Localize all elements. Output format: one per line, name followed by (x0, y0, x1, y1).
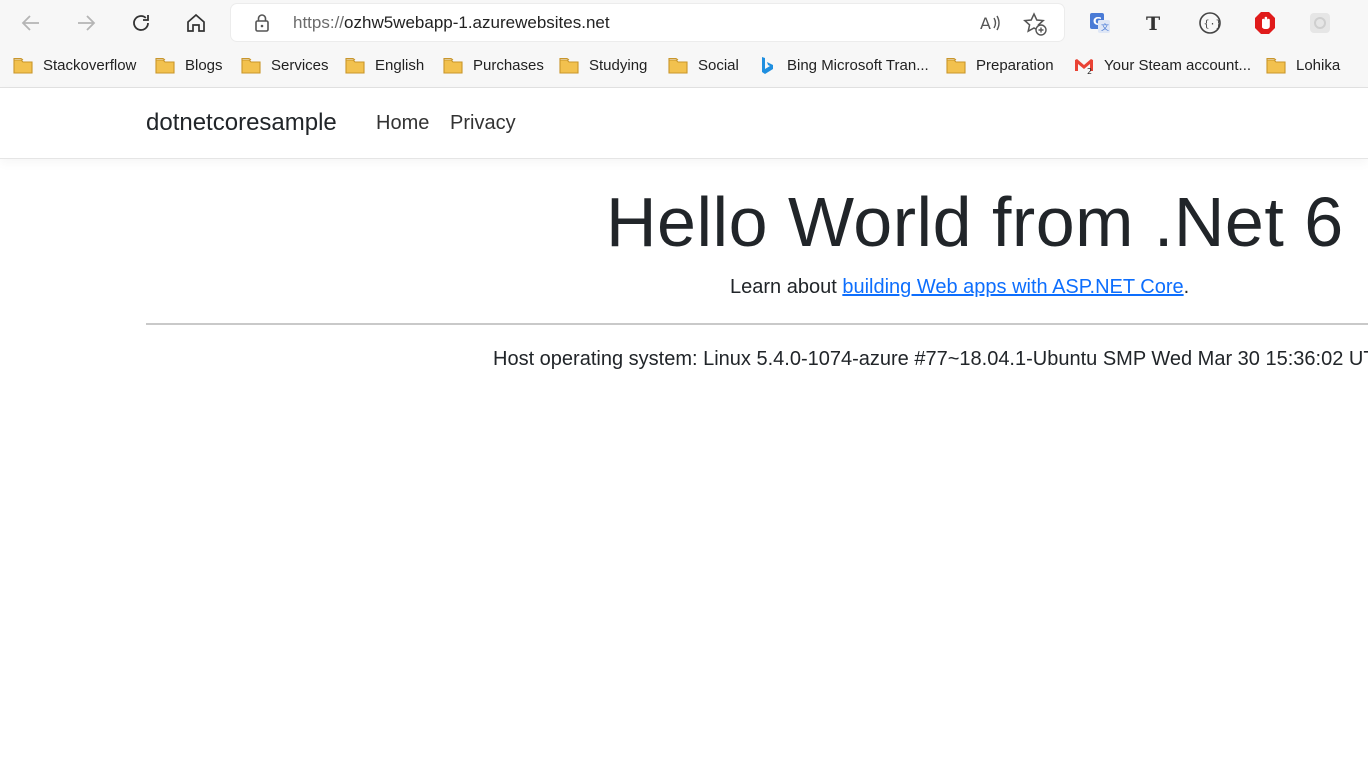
bookmark-services[interactable]: Services (241, 46, 329, 84)
site-navbar: dotnetcoresample Home Privacy (0, 88, 1368, 159)
forward-button[interactable] (70, 7, 102, 39)
browser-toolbar: https://ozhw5webapp-1.azurewebsites.net … (0, 0, 1368, 46)
folder-icon (443, 57, 463, 74)
forward-arrow-icon (78, 15, 96, 31)
home-button[interactable] (180, 7, 212, 39)
bookmark-label: Lohika (1296, 56, 1341, 74)
bookmark-label: Social (698, 56, 739, 74)
adblock-icon[interactable] (1253, 11, 1277, 35)
translate-extension-icon[interactable]: G文 (1088, 11, 1112, 35)
folder-icon (155, 57, 175, 74)
bookmark-preparation[interactable]: Preparation (946, 46, 1054, 84)
bookmark-label: Studying (589, 56, 648, 74)
bookmark-label: English (375, 56, 425, 74)
svg-text:T: T (1146, 13, 1160, 35)
folder-icon (946, 57, 966, 74)
bookmark-steam-account[interactable]: 2 Your Steam account... (1074, 46, 1251, 84)
learn-paragraph: Learn about building Web apps with ASP.N… (730, 276, 1189, 299)
bookmarks-bar: Stackoverflow Blogs Services English Pur… (0, 46, 1368, 88)
add-favorite-icon[interactable] (1023, 12, 1047, 41)
back-arrow-icon (21, 15, 39, 31)
host-os-text: Host operating system: Linux 5.4.0-1074-… (493, 348, 1368, 370)
page-title: Hello World from .Net 6 (606, 183, 1344, 261)
svg-text:A: A (980, 14, 991, 33)
url-text[interactable]: https://ozhw5webapp-1.azurewebsites.net (293, 13, 610, 33)
nav-home-link[interactable]: Home (376, 112, 429, 135)
svg-text:{·}: {·} (1204, 19, 1222, 30)
refresh-button[interactable] (125, 7, 157, 39)
folder-icon (559, 57, 579, 74)
folder-icon (1266, 57, 1286, 74)
extension-placeholder-icon[interactable] (1308, 11, 1332, 35)
bookmark-studying[interactable]: Studying (559, 46, 647, 84)
bing-icon (762, 57, 773, 74)
bookmark-label: Your Steam account... (1104, 56, 1252, 74)
site-brand-link[interactable]: dotnetcoresample (146, 109, 337, 137)
address-bar[interactable]: https://ozhw5webapp-1.azurewebsites.net … (231, 4, 1064, 41)
bookmark-label: Purchases (473, 56, 544, 74)
extension-partial-icon[interactable] (1360, 11, 1368, 35)
bookmark-label: Blogs (185, 56, 223, 74)
refresh-icon (133, 15, 149, 31)
gmail-icon: 2 (1075, 59, 1093, 74)
folder-icon (13, 57, 33, 74)
back-button[interactable] (15, 7, 47, 39)
bookmark-label: Stackoverflow (43, 56, 137, 74)
bookmark-label: Bing Microsoft Tran... (787, 56, 929, 74)
bookmark-lohika[interactable]: Lohika (1266, 46, 1340, 84)
read-aloud-icon[interactable]: A (979, 12, 1001, 39)
text-extension-icon[interactable]: T (1142, 11, 1166, 35)
bookmark-label: Preparation (976, 56, 1054, 74)
bookmark-english[interactable]: English (345, 46, 424, 84)
bookmark-blogs[interactable]: Blogs (155, 46, 223, 84)
bookmark-bing-translator[interactable]: Bing Microsoft Tran... (757, 46, 929, 84)
bookmark-social[interactable]: Social (668, 46, 739, 84)
aspnet-docs-link[interactable]: building Web apps with ASP.NET Core (842, 276, 1183, 298)
learn-suffix: . (1183, 276, 1190, 298)
bookmark-stackoverflow[interactable]: Stackoverflow (13, 46, 136, 84)
home-icon (187, 13, 205, 32)
learn-prefix: Learn about (730, 276, 843, 298)
lock-icon[interactable] (253, 13, 271, 38)
svg-text:文: 文 (1101, 22, 1109, 32)
bookmark-purchases[interactable]: Purchases (443, 46, 544, 84)
folder-icon (668, 57, 688, 74)
bookmark-label: Services (271, 56, 329, 74)
horizontal-divider (146, 323, 1368, 325)
folder-icon (345, 57, 365, 74)
folder-icon (241, 57, 261, 74)
json-extension-icon[interactable]: {·} (1198, 11, 1222, 35)
nav-privacy-link[interactable]: Privacy (450, 112, 516, 135)
svg-text:2: 2 (1087, 67, 1092, 74)
bookmark-overflow-folder[interactable] (1360, 46, 1368, 84)
